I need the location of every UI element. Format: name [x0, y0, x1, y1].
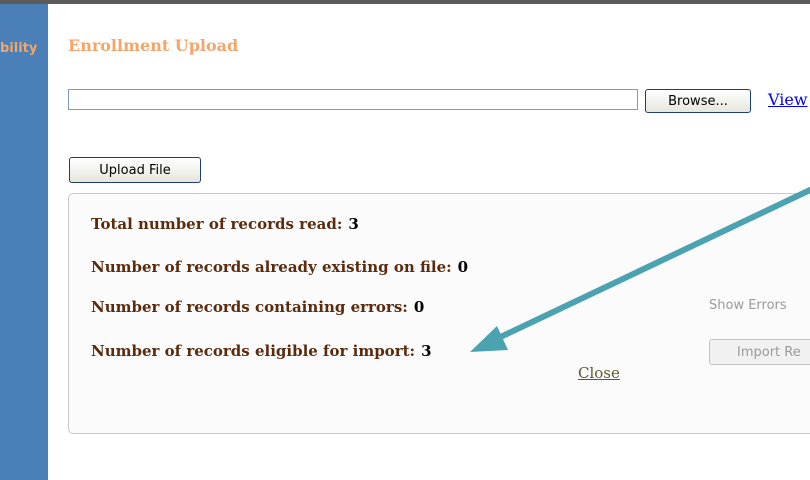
arrow-icon: [470, 187, 810, 352]
arrow-shaft: [487, 187, 810, 345]
arrow-head: [470, 326, 508, 352]
